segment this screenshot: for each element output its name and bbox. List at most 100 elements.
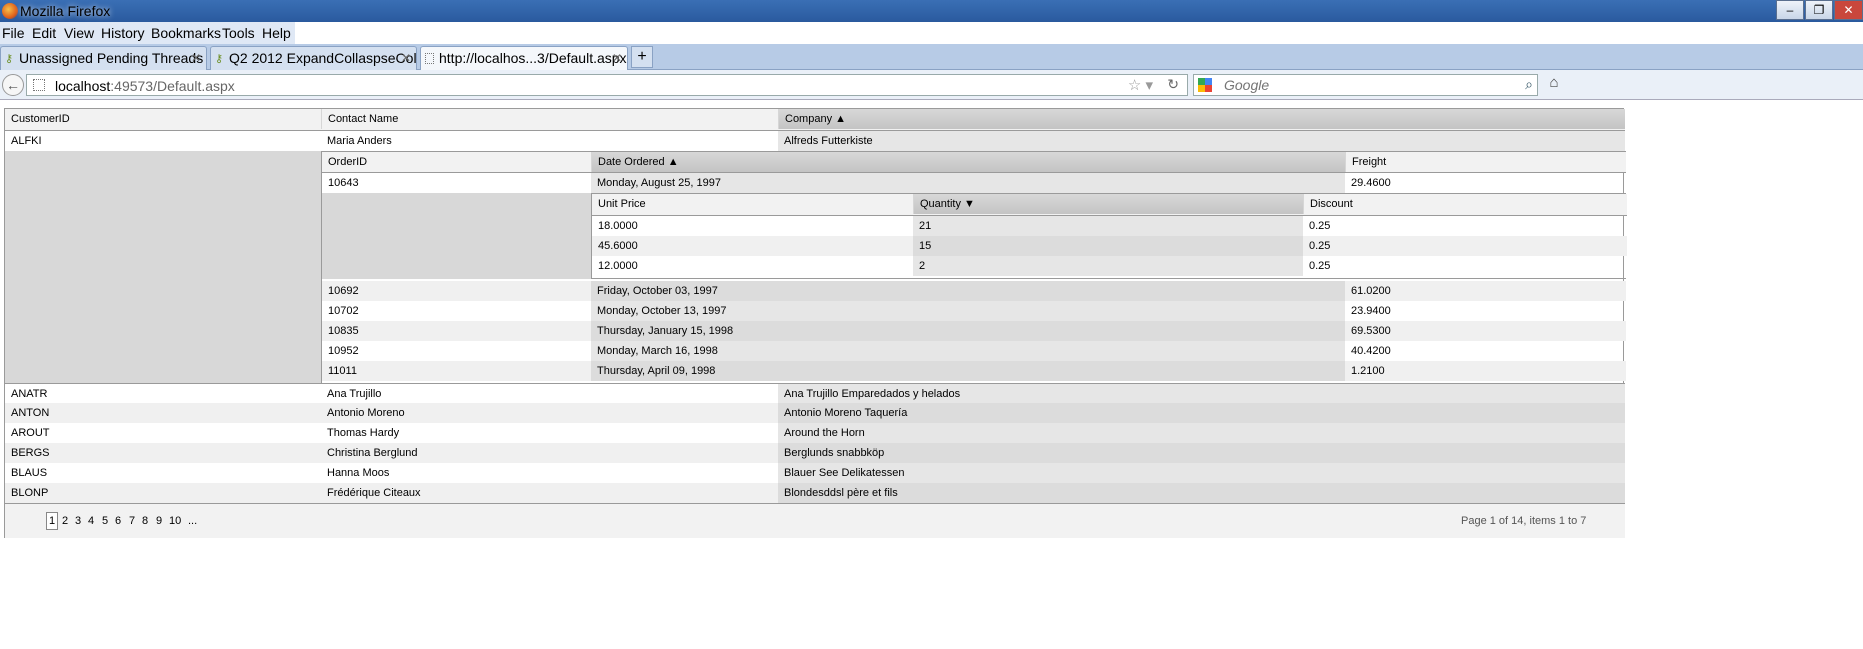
tab-default-aspx[interactable]: http://localhos...3/Default.aspx ✕ — [420, 46, 628, 71]
tab-expandcollapse[interactable]: ⚷ Q2 2012 ExpandCollaspseCol... ✕ — [210, 46, 417, 70]
header-quantity[interactable]: Quantity ▼ — [913, 194, 1303, 214]
cell-date: Monday, March 16, 1998 — [591, 341, 1345, 361]
header-freight[interactable]: Freight — [1345, 152, 1626, 172]
cell-order-id: 10692 — [328, 285, 359, 297]
cell-company: Around the Horn — [778, 423, 1625, 443]
tab-label: http://localhos...3/Default.aspx — [439, 50, 627, 66]
firefox-logo-icon — [2, 3, 18, 19]
close-tab-icon[interactable]: ✕ — [401, 51, 411, 65]
reload-icon[interactable]: ↻ — [1167, 76, 1179, 93]
menu-file[interactable]: File — [2, 25, 25, 41]
order-row[interactable]: 10643 Monday, August 25, 1997 29.4600 — [322, 173, 1626, 193]
cell-freight: 1.2100 — [1351, 365, 1385, 377]
maximize-button[interactable]: ❐ — [1805, 0, 1833, 20]
minimize-button[interactable]: – — [1776, 0, 1804, 20]
cell-customer-id: BLONP — [11, 487, 49, 499]
cell-unit-price: 45.6000 — [598, 240, 638, 252]
page-icon — [425, 53, 434, 64]
menu-bookmarks[interactable]: Bookmarks — [151, 25, 221, 41]
header-customer-id[interactable]: CustomerID — [5, 109, 321, 129]
detail-row[interactable]: 18.0000 21 0.25 — [592, 216, 1627, 236]
header-date-ordered[interactable]: Date Ordered ▲ — [591, 152, 1345, 172]
cell-freight: 23.9400 — [1351, 305, 1391, 317]
url-text[interactable]: localhost:49573/Default.aspx — [55, 78, 235, 94]
bookmark-star-icon[interactable]: ☆ ▾ — [1128, 76, 1153, 94]
tab-strip: ⚷ Unassigned Pending Threads ✕ ⚷ Q2 2012… — [0, 44, 1863, 71]
menu-view[interactable]: View — [64, 25, 94, 41]
pager-page-9[interactable]: 9 — [156, 515, 162, 527]
customer-row[interactable]: ALFKI Maria Anders Alfreds Futterkiste — [5, 131, 1625, 151]
customer-row[interactable]: AROUT Thomas Hardy Around the Horn — [5, 423, 1625, 443]
cell-company: Ana Trujillo Emparedados y helados — [778, 384, 1625, 404]
header-discount[interactable]: Discount — [1303, 194, 1627, 214]
search-input[interactable] — [1224, 77, 1514, 93]
cell-discount: 0.25 — [1309, 220, 1331, 232]
cell-date: Thursday, April 09, 1998 — [591, 361, 1345, 381]
cell-contact: Thomas Hardy — [327, 427, 400, 439]
customer-row[interactable]: BLONP Frédérique Citeaux Blondesddsl pèr… — [5, 483, 1625, 503]
customer-row[interactable]: ANATR Ana Trujillo Ana Trujillo Empareda… — [5, 383, 1625, 404]
tab-unassigned-threads[interactable]: ⚷ Unassigned Pending Threads ✕ — [0, 46, 207, 70]
orders-header-row: OrderID Date Ordered ▲ Freight — [322, 151, 1626, 173]
search-bar[interactable]: ⌕ — [1193, 74, 1538, 96]
customer-row[interactable]: BERGS Christina Berglund Berglunds snabb… — [5, 443, 1625, 463]
menu-edit[interactable]: Edit — [32, 25, 56, 41]
cell-quantity: 2 — [913, 256, 1303, 276]
new-tab-button[interactable]: + — [631, 46, 653, 68]
google-engine-icon[interactable] — [1198, 78, 1212, 92]
window-title: Mozilla Firefox — [20, 3, 111, 19]
order-row[interactable]: 10702 Monday, October 13, 1997 23.9400 — [322, 301, 1626, 321]
pager-page-4[interactable]: 4 — [88, 515, 94, 527]
close-tab-icon[interactable]: ✕ — [191, 51, 201, 65]
pager-page-10[interactable]: 10 — [169, 515, 181, 527]
cell-freight: 40.4200 — [1351, 345, 1391, 357]
pager-page-1[interactable]: 1 — [46, 512, 59, 530]
order-row[interactable]: 10952 Monday, March 16, 1998 40.4200 — [322, 341, 1626, 361]
cell-order-id: 10952 — [328, 345, 359, 357]
menu-help[interactable]: Help — [262, 25, 291, 41]
cell-company: Antonio Moreno Taquería — [778, 403, 1625, 423]
order-row[interactable]: 10835 Thursday, January 15, 1998 69.5300 — [322, 321, 1626, 341]
cell-customer-id: BLAUS — [11, 467, 48, 479]
header-company[interactable]: Company ▲ — [778, 109, 1625, 129]
cell-unit-price: 12.0000 — [598, 260, 638, 272]
menu-history[interactable]: History — [101, 25, 145, 41]
cell-quantity: 21 — [913, 216, 1303, 236]
pager-page-2[interactable]: 2 — [62, 515, 68, 527]
window-titlebar: Mozilla Firefox – ❐ ✕ — [0, 0, 1863, 22]
cell-contact: Ana Trujillo — [327, 388, 382, 400]
cell-customer-id: ANATR — [11, 388, 48, 400]
order-row[interactable]: 11011 Thursday, April 09, 1998 1.2100 — [322, 361, 1626, 381]
customer-row[interactable]: ANTON Antonio Moreno Antonio Moreno Taqu… — [5, 403, 1625, 423]
key-icon: ⚷ — [215, 53, 224, 65]
detail-row[interactable]: 12.0000 2 0.25 — [592, 256, 1627, 276]
cell-contact: Frédérique Citeaux — [327, 487, 421, 499]
header-unit-price[interactable]: Unit Price — [592, 194, 913, 214]
search-icon[interactable]: ⌕ — [1525, 76, 1533, 93]
pager-page-7[interactable]: 7 — [129, 515, 135, 527]
pager-page-6[interactable]: 6 — [115, 515, 121, 527]
cell-company: Blauer See Delikatessen — [778, 463, 1625, 483]
details-header-row: Unit Price Quantity ▼ Discount — [592, 194, 1627, 216]
pager-more[interactable]: ... — [188, 515, 197, 527]
key-icon: ⚷ — [5, 53, 14, 65]
close-window-button[interactable]: ✕ — [1834, 0, 1863, 20]
cell-contact: Christina Berglund — [327, 447, 418, 459]
cell-customer-id: BERGS — [11, 447, 50, 459]
cell-date: Thursday, January 15, 1998 — [591, 321, 1345, 341]
order-row[interactable]: 10692 Friday, October 03, 1997 61.0200 — [322, 281, 1626, 301]
pager-page-5[interactable]: 5 — [102, 515, 108, 527]
header-order-id[interactable]: OrderID — [322, 152, 591, 172]
back-button[interactable]: ← — [2, 74, 24, 96]
site-identity-icon[interactable] — [33, 79, 45, 91]
close-tab-icon[interactable]: ✕ — [612, 51, 622, 65]
pager-page-8[interactable]: 8 — [142, 515, 148, 527]
detail-row[interactable]: 45.6000 15 0.25 — [592, 236, 1627, 256]
pager-page-3[interactable]: 3 — [75, 515, 81, 527]
home-icon[interactable]: ⌂ — [1544, 74, 1564, 94]
customer-row[interactable]: BLAUS Hanna Moos Blauer See Delikatessen — [5, 463, 1625, 483]
url-bar[interactable]: localhost:49573/Default.aspx ☆ ▾ ↻ — [26, 74, 1188, 96]
menu-tools[interactable]: Tools — [222, 25, 255, 41]
header-contact-name[interactable]: Contact Name — [321, 109, 778, 129]
cell-company: Alfreds Futterkiste — [778, 131, 1625, 151]
